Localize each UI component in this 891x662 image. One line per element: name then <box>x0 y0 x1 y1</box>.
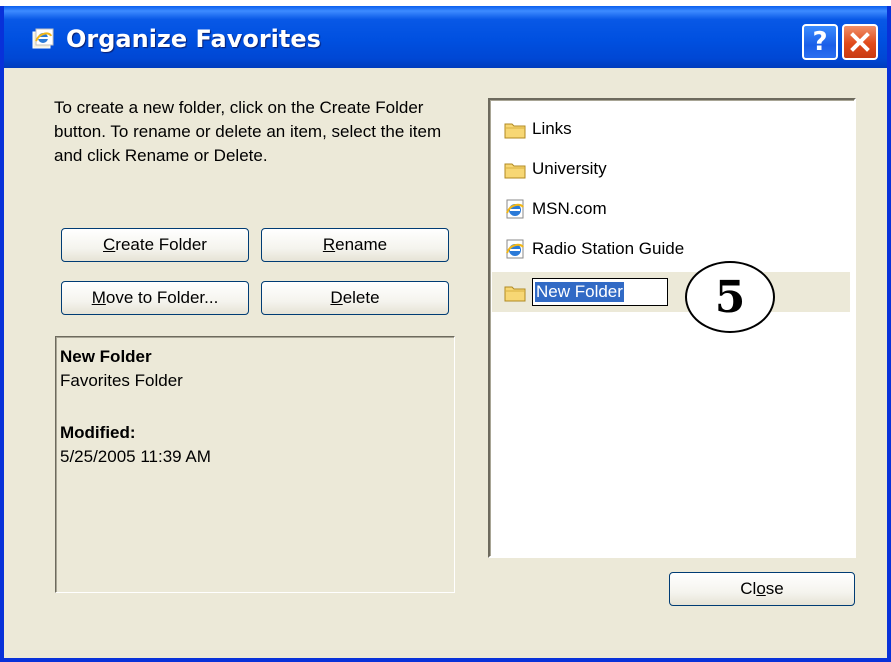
delete-button[interactable]: Delete <box>261 281 449 315</box>
move-to-folder-label: ove to Folder... <box>105 288 219 307</box>
list-item[interactable]: Radio Station Guide <box>504 234 844 264</box>
favorites-app-icon <box>32 28 54 49</box>
create-folder-button[interactable]: Create Folder <box>61 228 249 262</box>
list-item-label: University <box>532 159 607 178</box>
window-title: Organize Favorites <box>66 25 321 53</box>
list-item-label: MSN.com <box>532 199 607 218</box>
list-item[interactable]: University <box>504 154 844 184</box>
instructions-text: To create a new folder, click on the Cre… <box>54 98 442 165</box>
create-folder-mnemonic: C <box>103 235 116 254</box>
folder-icon <box>504 123 526 139</box>
organize-favorites-dialog: Organize Favorites ? To create a new fol… <box>0 6 891 662</box>
list-item[interactable]: MSN.com <box>504 194 844 224</box>
folder-icon <box>504 286 526 302</box>
create-folder-label: reate Folder <box>115 235 207 254</box>
step-number: 5 <box>714 271 746 323</box>
folder-icon <box>504 163 526 179</box>
rename-input-selected-text: New Folder <box>535 282 624 302</box>
list-item-label: Links <box>532 119 572 138</box>
close-button[interactable]: Close <box>669 572 855 606</box>
rename-input[interactable]: New Folder <box>532 278 668 306</box>
close-label-start: Cl <box>740 579 757 598</box>
list-item-editing[interactable]: New Folder <box>492 272 850 312</box>
close-mnemonic: o <box>756 579 766 598</box>
help-button[interactable]: ? <box>802 24 838 60</box>
ie-link-icon <box>506 239 524 259</box>
delete-mnemonic: D <box>330 288 343 307</box>
info-modified-value: 5/25/2005 11:39 AM <box>60 447 211 466</box>
list-item-label: Radio Station Guide <box>532 239 685 258</box>
delete-label: elete <box>342 288 380 307</box>
favorites-list[interactable]: Links University MSN.com Radio Station G… <box>488 98 856 558</box>
move-to-folder-button[interactable]: Move to Folder... <box>61 281 249 315</box>
close-icon <box>850 32 870 52</box>
list-item[interactable]: Links <box>504 114 844 144</box>
info-item-name: New Folder <box>60 347 152 366</box>
rename-label: ename <box>335 235 388 254</box>
info-item-type: Favorites Folder <box>60 371 183 390</box>
help-icon: ? <box>812 27 828 57</box>
close-label-end: se <box>765 579 784 598</box>
ie-link-icon <box>506 199 524 219</box>
close-window-button[interactable] <box>842 24 878 60</box>
item-info-panel: New Folder Favorites Folder Modified: 5/… <box>55 336 455 593</box>
info-modified-label: Modified: <box>60 423 136 442</box>
move-to-folder-mnemonic: M <box>91 288 106 307</box>
step-callout: 5 <box>685 261 775 333</box>
rename-button[interactable]: Rename <box>261 228 449 262</box>
title-bar[interactable]: Organize Favorites ? <box>4 6 887 68</box>
rename-mnemonic: R <box>322 235 336 254</box>
